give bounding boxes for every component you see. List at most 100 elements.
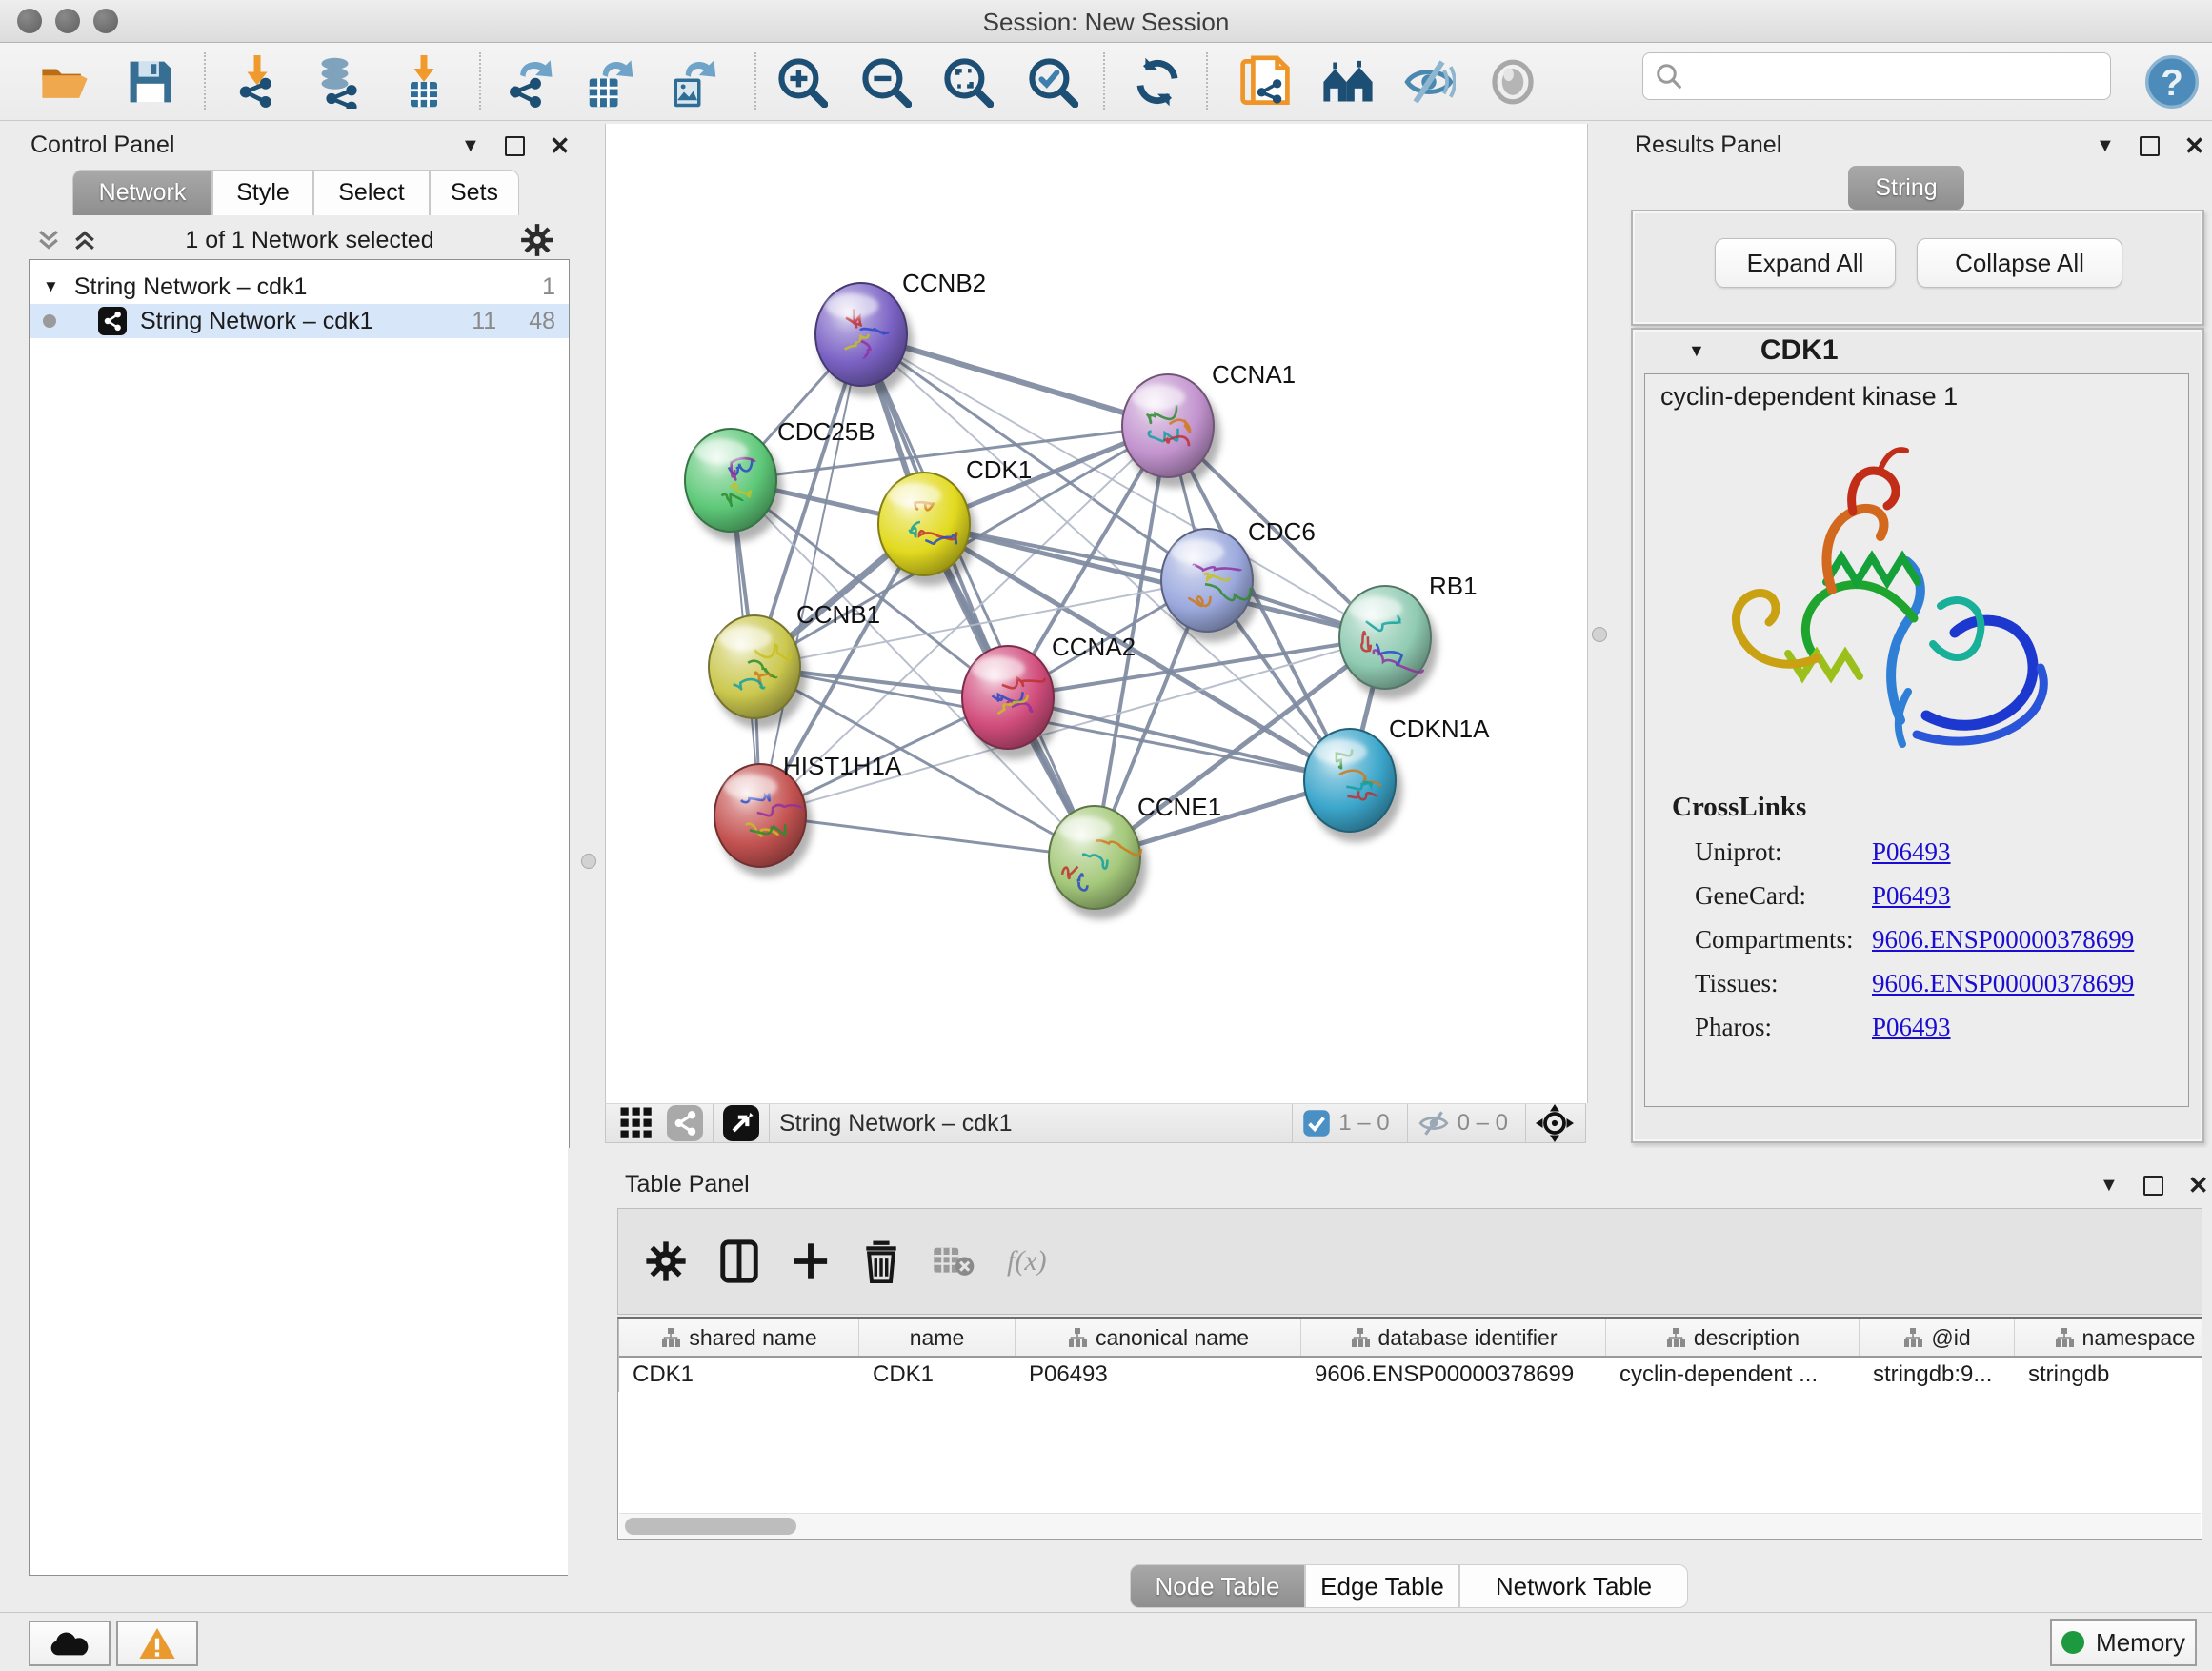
table-row[interactable]: CDK1 CDK1 P06493 9606.ENSP00000378699 cy… bbox=[619, 1358, 2202, 1392]
new-network-from-selection-button[interactable] bbox=[1237, 54, 1294, 110]
function-builder-icon-disabled: f(x) bbox=[1007, 1245, 1047, 1278]
toolbar-separator bbox=[1206, 52, 1208, 110]
left-splitter-handle[interactable] bbox=[581, 854, 596, 869]
collapse-all-icon[interactable] bbox=[34, 226, 63, 254]
show-columns-icon[interactable] bbox=[719, 1239, 759, 1283]
table-mode-gear-icon[interactable] bbox=[645, 1240, 687, 1282]
import-network-file-button[interactable] bbox=[229, 54, 286, 110]
right-splitter-handle[interactable] bbox=[1592, 627, 1607, 642]
hidden-eye-slash-icon[interactable] bbox=[1418, 1109, 1450, 1137]
network-node-CCNA2[interactable] bbox=[962, 646, 1060, 759]
selected-checkbox-icon[interactable] bbox=[1302, 1109, 1331, 1137]
network-overview-icon[interactable] bbox=[667, 1105, 703, 1141]
network-node-CCNE1[interactable] bbox=[1049, 806, 1147, 919]
table-horizontal-scrollbar[interactable] bbox=[619, 1513, 2201, 1539]
shared-column-icon bbox=[1067, 1327, 1088, 1348]
tab-style[interactable]: Style bbox=[212, 170, 313, 215]
tab-network[interactable]: Network bbox=[72, 170, 212, 215]
search-input[interactable] bbox=[1683, 62, 2087, 91]
tissues-link[interactable]: 9606.ENSP00000378699 bbox=[1872, 969, 2134, 997]
toolbar-separator bbox=[769, 1104, 770, 1142]
table-header-row: shared name name canonical name database… bbox=[619, 1319, 2202, 1358]
collapse-panel-icon[interactable]: ▼ bbox=[2096, 135, 2115, 157]
tab-select[interactable]: Select bbox=[313, 170, 430, 215]
cloud-icon bbox=[49, 1628, 90, 1659]
column-header-shared-name[interactable]: shared name bbox=[619, 1319, 859, 1356]
network-collection-row[interactable]: ▼ String Network – cdk1 1 bbox=[30, 270, 569, 304]
close-panel-icon[interactable]: ✕ bbox=[550, 131, 571, 161]
pharos-link[interactable]: P06493 bbox=[1872, 1013, 1951, 1041]
float-panel-icon[interactable] bbox=[2143, 1176, 2163, 1196]
export-table-button[interactable] bbox=[579, 54, 636, 110]
section-collapse-icon[interactable]: ▼ bbox=[1688, 341, 1705, 361]
expand-all-icon[interactable] bbox=[70, 226, 99, 254]
expand-all-button[interactable]: Expand All bbox=[1715, 238, 1896, 288]
delete-column-icon[interactable] bbox=[862, 1239, 900, 1283]
network-node-CDC25B[interactable] bbox=[685, 429, 783, 542]
network-node-CDC6[interactable] bbox=[1161, 529, 1259, 642]
memory-button[interactable]: Memory bbox=[2050, 1619, 2197, 1666]
apply-layout-button[interactable] bbox=[1129, 54, 1186, 110]
network-node-HIST1H1A[interactable] bbox=[714, 764, 813, 877]
show-all-button[interactable] bbox=[1484, 54, 1541, 110]
open-session-button[interactable] bbox=[36, 54, 93, 110]
column-header-id[interactable]: @id bbox=[1860, 1319, 2015, 1356]
network-row-selected[interactable]: String Network – cdk1 11 48 bbox=[30, 304, 569, 338]
node-section-header[interactable]: ▼ CDK1 bbox=[1633, 330, 2202, 372]
zoom-out-button[interactable] bbox=[857, 54, 915, 110]
first-neighbors-button[interactable] bbox=[1319, 54, 1377, 110]
network-node-CDK1[interactable] bbox=[878, 473, 976, 586]
export-network-button[interactable] bbox=[500, 54, 557, 110]
export-image-button[interactable] bbox=[662, 54, 719, 110]
collapse-panel-icon[interactable]: ▼ bbox=[2100, 1175, 2119, 1197]
control-panel: Control Panel ▼ ✕ Network Style Select S… bbox=[13, 124, 568, 1597]
network-node-CCNB2[interactable] bbox=[815, 283, 914, 396]
network-options-gear-icon[interactable] bbox=[520, 223, 554, 257]
collapse-all-button[interactable]: Collapse All bbox=[1917, 238, 2122, 288]
tab-sets[interactable]: Sets bbox=[430, 170, 519, 215]
create-column-icon[interactable] bbox=[792, 1240, 830, 1282]
import-network-database-button[interactable] bbox=[310, 54, 367, 110]
compartments-link[interactable]: 9606.ENSP00000378699 bbox=[1872, 925, 2134, 954]
birdseye-crosshair-icon[interactable] bbox=[1536, 1104, 1574, 1142]
uniprot-link[interactable]: P06493 bbox=[1872, 837, 1951, 866]
network-edge[interactable] bbox=[760, 334, 861, 815]
copy-network-icon bbox=[1239, 54, 1291, 110]
tree-expand-icon[interactable]: ▼ bbox=[43, 277, 59, 296]
close-panel-icon[interactable]: ✕ bbox=[2188, 1171, 2209, 1200]
tab-edge-table[interactable]: Edge Table bbox=[1305, 1564, 1459, 1608]
network-node-CDKN1A[interactable] bbox=[1304, 729, 1402, 842]
tab-node-table[interactable]: Node Table bbox=[1130, 1564, 1305, 1608]
scrollbar-thumb[interactable] bbox=[625, 1518, 796, 1535]
toolbar-separator bbox=[1292, 1104, 1293, 1142]
genecard-link[interactable]: P06493 bbox=[1872, 881, 1951, 910]
column-header-canonical-name[interactable]: canonical name bbox=[1016, 1319, 1301, 1356]
column-header-description[interactable]: description bbox=[1606, 1319, 1860, 1356]
results-node-box: ▼ CDK1 cyclin-dependent kinase 1 bbox=[1631, 328, 2204, 1143]
float-panel-icon[interactable] bbox=[505, 136, 525, 156]
column-header-database-identifier[interactable]: database identifier bbox=[1301, 1319, 1606, 1356]
warnings-button[interactable] bbox=[116, 1621, 198, 1666]
tab-network-table[interactable]: Network Table bbox=[1459, 1564, 1688, 1608]
grid-view-icon[interactable] bbox=[619, 1106, 654, 1140]
column-header-name[interactable]: name bbox=[859, 1319, 1016, 1356]
float-panel-icon[interactable] bbox=[2140, 136, 2160, 156]
close-panel-icon[interactable]: ✕ bbox=[2184, 131, 2205, 161]
zoom-in-button[interactable] bbox=[774, 54, 831, 110]
cloud-button[interactable] bbox=[29, 1621, 111, 1666]
tab-string[interactable]: String bbox=[1848, 166, 1964, 210]
network-node-RB1[interactable] bbox=[1339, 586, 1438, 699]
help-button[interactable]: ? bbox=[2143, 54, 2201, 110]
save-session-button[interactable] bbox=[122, 54, 179, 110]
network-canvas[interactable]: CCNB2CCNA1CDC25BCDK1CDC6RB1CCNB1CCNA2CDK… bbox=[605, 124, 1588, 1103]
search-box[interactable] bbox=[1642, 52, 2111, 100]
zoom-selected-button[interactable] bbox=[1024, 54, 1081, 110]
hide-selected-button[interactable] bbox=[1400, 54, 1458, 110]
node-label-CDK1: CDK1 bbox=[966, 455, 1032, 484]
column-header-namespace[interactable]: namespace bbox=[2015, 1319, 2202, 1356]
detach-view-icon[interactable] bbox=[723, 1105, 759, 1141]
network-node-CCNA1[interactable] bbox=[1122, 374, 1220, 488]
collapse-panel-icon[interactable]: ▼ bbox=[461, 135, 480, 157]
zoom-fit-button[interactable] bbox=[939, 54, 996, 110]
import-table-button[interactable] bbox=[395, 54, 452, 110]
